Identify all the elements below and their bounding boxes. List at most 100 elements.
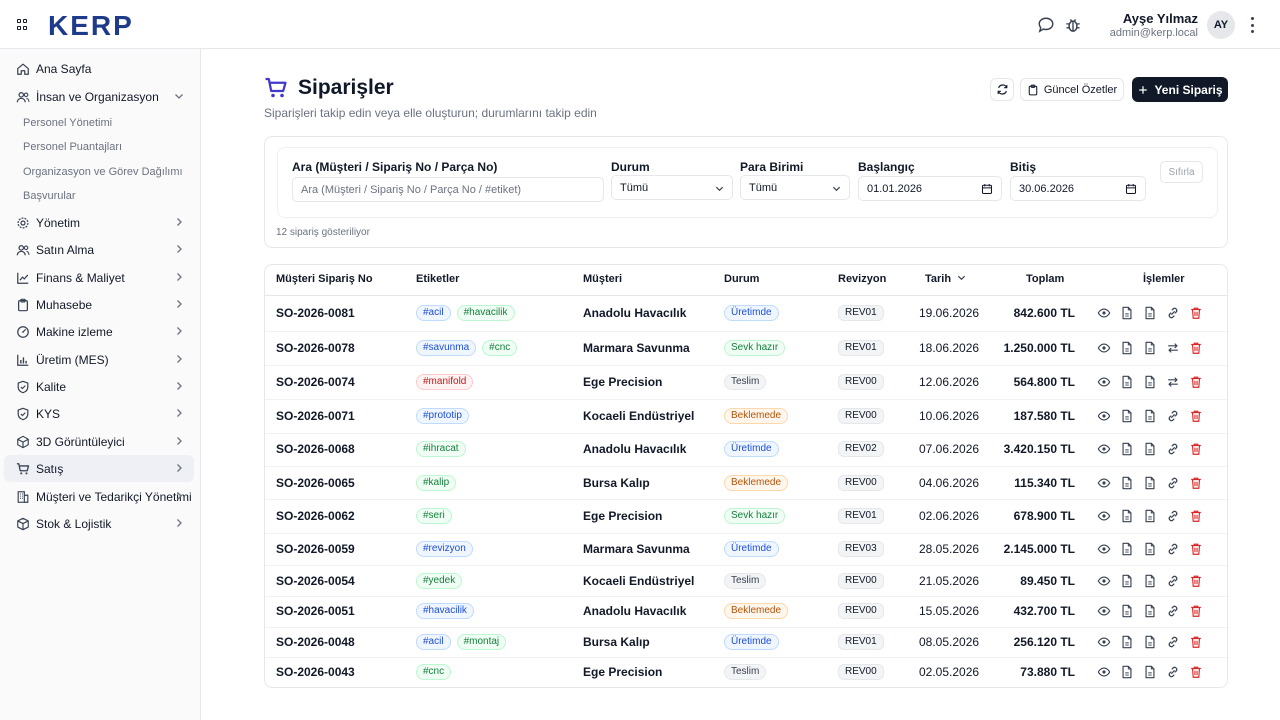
pdf-icon[interactable]: [1143, 635, 1157, 649]
sidebar-item-machine-monitoring[interactable]: Makine izleme: [4, 318, 194, 345]
pdf-icon[interactable]: [1143, 306, 1157, 320]
trash-icon[interactable]: [1189, 306, 1203, 320]
tag-chip[interactable]: #prototip: [416, 408, 469, 424]
sidebar-item-home[interactable]: Ana Sayfa: [4, 55, 194, 82]
trash-icon[interactable]: [1189, 542, 1203, 556]
link-icon[interactable]: [1166, 635, 1180, 649]
search-input[interactable]: Ara (Müşteri / Sipariş No / Parça No / #…: [292, 177, 604, 202]
order-number[interactable]: SO-2026-0059: [276, 542, 355, 556]
order-number[interactable]: SO-2026-0071: [276, 409, 355, 423]
order-number[interactable]: SO-2026-0062: [276, 509, 355, 523]
pdf-icon[interactable]: [1143, 542, 1157, 556]
view-icon[interactable]: [1097, 341, 1111, 355]
trash-icon[interactable]: [1189, 442, 1203, 456]
view-icon[interactable]: [1097, 574, 1111, 588]
order-number[interactable]: SO-2026-0065: [276, 476, 355, 490]
pdf-icon[interactable]: [1143, 509, 1157, 523]
avatar[interactable]: AY: [1207, 11, 1235, 39]
column-header-date[interactable]: Tarih: [925, 273, 966, 285]
link-icon[interactable]: [1166, 409, 1180, 423]
order-number[interactable]: SO-2026-0043: [276, 665, 355, 679]
column-header-revision[interactable]: Revizyon: [838, 273, 886, 285]
tag-chip[interactable]: #kalip: [416, 475, 457, 491]
pdf-icon[interactable]: [1143, 665, 1157, 679]
document-icon[interactable]: [1120, 341, 1134, 355]
sidebar-item-quality[interactable]: Kalite: [4, 373, 194, 400]
sidebar-item-3d-viewer[interactable]: 3D Görüntüleyici: [4, 428, 194, 455]
refresh-button[interactable]: [990, 78, 1014, 101]
view-icon[interactable]: [1097, 665, 1111, 679]
view-icon[interactable]: [1097, 306, 1111, 320]
bug-report-icon[interactable]: [1064, 16, 1082, 34]
tag-chip[interactable]: #savunma: [416, 340, 477, 356]
tag-chip[interactable]: #manifold: [416, 374, 474, 390]
view-icon[interactable]: [1097, 476, 1111, 490]
tag-chip[interactable]: #cnc: [482, 340, 518, 356]
new-order-button[interactable]: Yeni Sipariş: [1132, 77, 1228, 102]
sidebar-subitem-personnel[interactable]: Personel Yönetimi: [23, 117, 112, 129]
column-header-tags[interactable]: Etiketler: [416, 273, 459, 285]
chat-icon[interactable]: [1037, 16, 1055, 34]
trash-icon[interactable]: [1189, 604, 1203, 618]
link-icon[interactable]: [1166, 604, 1180, 618]
order-number[interactable]: SO-2026-0074: [276, 375, 355, 389]
link-icon[interactable]: [1166, 306, 1180, 320]
trash-icon[interactable]: [1189, 409, 1203, 423]
calendar-icon[interactable]: [1125, 183, 1137, 195]
trash-icon[interactable]: [1189, 665, 1203, 679]
trash-icon[interactable]: [1189, 341, 1203, 355]
document-icon[interactable]: [1120, 409, 1134, 423]
tag-chip[interactable]: #acil: [416, 634, 451, 650]
pdf-icon[interactable]: [1143, 604, 1157, 618]
pdf-icon[interactable]: [1143, 476, 1157, 490]
column-header-status[interactable]: Durum: [724, 273, 759, 285]
order-number[interactable]: SO-2026-0048: [276, 635, 355, 649]
transfer-icon[interactable]: [1166, 375, 1180, 389]
app-logo[interactable]: KERP: [48, 10, 134, 42]
sidebar-subitem-timesheets[interactable]: Personel Puantajları: [23, 141, 122, 153]
status-filter-select[interactable]: Tümü: [611, 175, 733, 200]
trash-icon[interactable]: [1189, 476, 1203, 490]
link-icon[interactable]: [1166, 476, 1180, 490]
trash-icon[interactable]: [1189, 574, 1203, 588]
sidebar-item-mes[interactable]: Üretim (MES): [4, 346, 194, 373]
document-icon[interactable]: [1120, 665, 1134, 679]
document-icon[interactable]: [1120, 375, 1134, 389]
sidebar-item-accounting[interactable]: Muhasebe: [4, 291, 194, 318]
tag-chip[interactable]: #seri: [416, 508, 452, 524]
view-icon[interactable]: [1097, 442, 1111, 456]
link-icon[interactable]: [1166, 442, 1180, 456]
sidebar-item-finance[interactable]: Finans & Maliyet: [4, 264, 194, 291]
pdf-icon[interactable]: [1143, 442, 1157, 456]
column-header-order-no[interactable]: Müşteri Sipariş No: [276, 273, 373, 285]
link-icon[interactable]: [1166, 665, 1180, 679]
pdf-icon[interactable]: [1143, 409, 1157, 423]
pdf-icon[interactable]: [1143, 341, 1157, 355]
document-icon[interactable]: [1120, 476, 1134, 490]
reset-filters-button[interactable]: Sıfırla: [1160, 161, 1203, 183]
end-date-input[interactable]: 30.06.2026: [1010, 176, 1146, 201]
start-date-input[interactable]: 01.01.2026: [858, 176, 1002, 201]
view-icon[interactable]: [1097, 604, 1111, 618]
tag-chip[interactable]: #montaj: [456, 634, 507, 650]
document-icon[interactable]: [1120, 442, 1134, 456]
tag-chip[interactable]: #revizyon: [416, 541, 473, 557]
sidebar-item-purchasing[interactable]: Satın Alma: [4, 236, 194, 263]
tag-chip[interactable]: #acil: [416, 305, 451, 321]
sidebar-item-management[interactable]: Yönetim: [4, 209, 194, 236]
view-icon[interactable]: [1097, 635, 1111, 649]
calendar-icon[interactable]: [981, 183, 993, 195]
trash-icon[interactable]: [1189, 635, 1203, 649]
link-icon[interactable]: [1166, 574, 1180, 588]
app-grid-icon[interactable]: [17, 19, 28, 30]
sidebar-item-kys[interactable]: KYS: [4, 400, 194, 427]
order-number[interactable]: SO-2026-0054: [276, 574, 355, 588]
summary-button[interactable]: Güncel Özetler: [1020, 78, 1124, 101]
order-number[interactable]: SO-2026-0051: [276, 604, 355, 618]
sidebar-item-sales[interactable]: Satış: [4, 455, 194, 482]
order-number[interactable]: SO-2026-0078: [276, 341, 355, 355]
document-icon[interactable]: [1120, 574, 1134, 588]
trash-icon[interactable]: [1189, 509, 1203, 523]
currency-filter-select[interactable]: Tümü: [740, 175, 850, 200]
document-icon[interactable]: [1120, 542, 1134, 556]
